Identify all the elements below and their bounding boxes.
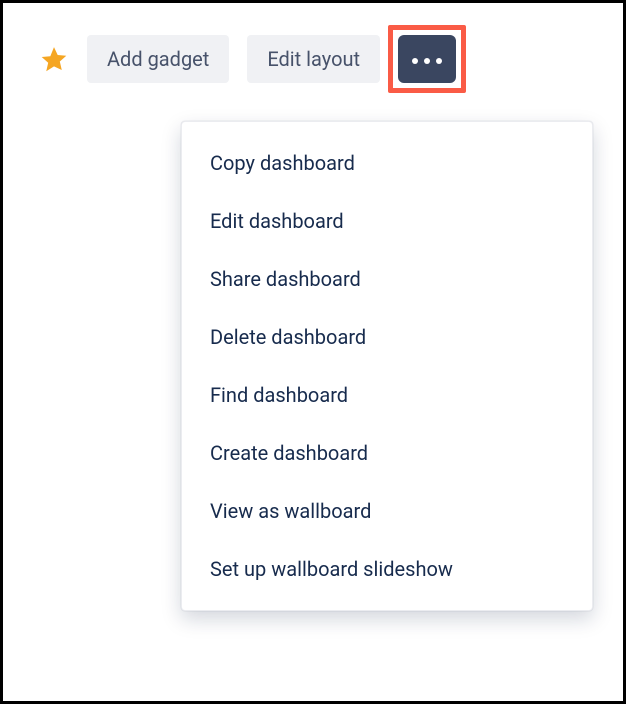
menu-item-copy-dashboard[interactable]: Copy dashboard <box>182 134 592 192</box>
menu-item-set-up-wallboard-slideshow[interactable]: Set up wallboard slideshow <box>182 540 592 598</box>
more-button-highlight-wrap <box>398 35 456 83</box>
dashboard-toolbar: Add gadget Edit layout <box>3 3 623 83</box>
menu-item-view-as-wallboard[interactable]: View as wallboard <box>182 482 592 540</box>
menu-item-create-dashboard[interactable]: Create dashboard <box>182 424 592 482</box>
menu-item-find-dashboard[interactable]: Find dashboard <box>182 366 592 424</box>
add-gadget-button[interactable]: Add gadget <box>87 35 229 83</box>
app-frame: Add gadget Edit layout Copy dashboard Ed… <box>0 0 626 704</box>
star-icon[interactable] <box>39 44 69 74</box>
more-horizontal-icon <box>409 52 445 67</box>
menu-item-edit-dashboard[interactable]: Edit dashboard <box>182 192 592 250</box>
menu-item-share-dashboard[interactable]: Share dashboard <box>182 250 592 308</box>
more-actions-button[interactable] <box>398 35 456 83</box>
menu-item-delete-dashboard[interactable]: Delete dashboard <box>182 308 592 366</box>
edit-layout-button[interactable]: Edit layout <box>247 35 380 83</box>
more-actions-dropdown: Copy dashboard Edit dashboard Share dash… <box>181 121 593 611</box>
